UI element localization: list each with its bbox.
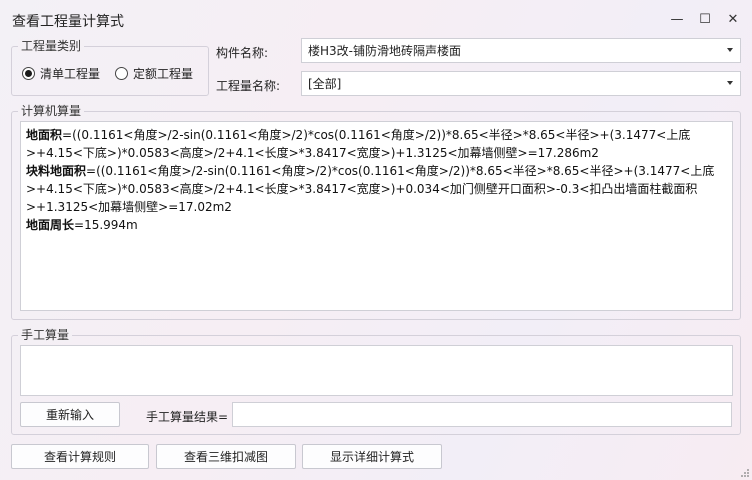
- manual-calc-textarea[interactable]: [20, 345, 733, 396]
- close-button[interactable]: ✕: [719, 6, 747, 32]
- calc-line-formula: =((0.1161<角度>/2-sin(0.1161<角度>/2)*cos(0.…: [26, 128, 691, 160]
- calc-line-formula: =15.994m: [74, 218, 138, 232]
- calc-line-name: 地面积: [26, 128, 63, 142]
- manual-result-input[interactable]: [232, 402, 732, 427]
- radio-unchecked-icon: [115, 67, 128, 80]
- calc-line-perimeter: 地面周长=15.994m: [26, 216, 727, 234]
- computer-calc-textarea[interactable]: 地面积=((0.1161<角度>/2-sin(0.1161<角度>/2)*cos…: [20, 121, 733, 311]
- view-rules-button[interactable]: 查看计算规则: [11, 444, 149, 469]
- radio-bill-quantity[interactable]: 清单工程量: [22, 65, 100, 82]
- window-title: 查看工程量计算式: [12, 14, 124, 30]
- calc-line-floor-area: 地面积=((0.1161<角度>/2-sin(0.1161<角度>/2)*cos…: [26, 126, 727, 162]
- resize-grip-icon[interactable]: [740, 468, 750, 478]
- view-3d-button[interactable]: 查看三维扣减图: [156, 444, 296, 469]
- calc-line-name: 块料地面积: [26, 164, 87, 178]
- component-name-select[interactable]: 楼H3改-铺防滑地砖隔声楼面: [301, 38, 741, 63]
- quantity-name-value: [全部]: [308, 77, 342, 91]
- manual-calc-group-label: 手工算量: [18, 328, 73, 342]
- maximize-button[interactable]: ☐: [691, 6, 719, 32]
- chevron-down-icon: [727, 81, 733, 85]
- computer-calc-group-label: 计算机算量: [18, 104, 85, 118]
- quantity-name-select[interactable]: [全部]: [301, 71, 741, 96]
- title-bar: 查看工程量计算式 — ☐ ✕: [0, 0, 752, 38]
- quantity-type-group: 工程量类别 清单工程量 定额工程量: [11, 39, 209, 96]
- calc-line-name: 地面周长: [26, 218, 75, 232]
- chevron-down-icon: [727, 48, 733, 52]
- calc-line-formula: =((0.1161<角度>/2-sin(0.1161<角度>/2)*cos(0.…: [26, 164, 715, 214]
- calc-line-tile-area: 块料地面积=((0.1161<角度>/2-sin(0.1161<角度>/2)*c…: [26, 162, 727, 216]
- component-name-label: 构件名称:: [216, 46, 269, 60]
- quantity-name-label: 工程量名称:: [216, 79, 281, 93]
- radio-bill-quantity-label: 清单工程量: [40, 67, 101, 81]
- radio-norm-quantity-label: 定额工程量: [133, 67, 194, 81]
- reenter-button[interactable]: 重新输入: [20, 402, 120, 427]
- manual-result-label: 手工算量结果=: [146, 410, 229, 424]
- show-detail-button[interactable]: 显示详细计算式: [302, 444, 442, 469]
- minimize-button[interactable]: —: [663, 6, 691, 32]
- component-name-value: 楼H3改-铺防滑地砖隔声楼面: [308, 44, 461, 58]
- radio-checked-icon: [22, 67, 35, 80]
- quantity-type-group-label: 工程量类别: [18, 39, 85, 53]
- radio-norm-quantity[interactable]: 定额工程量: [115, 65, 193, 82]
